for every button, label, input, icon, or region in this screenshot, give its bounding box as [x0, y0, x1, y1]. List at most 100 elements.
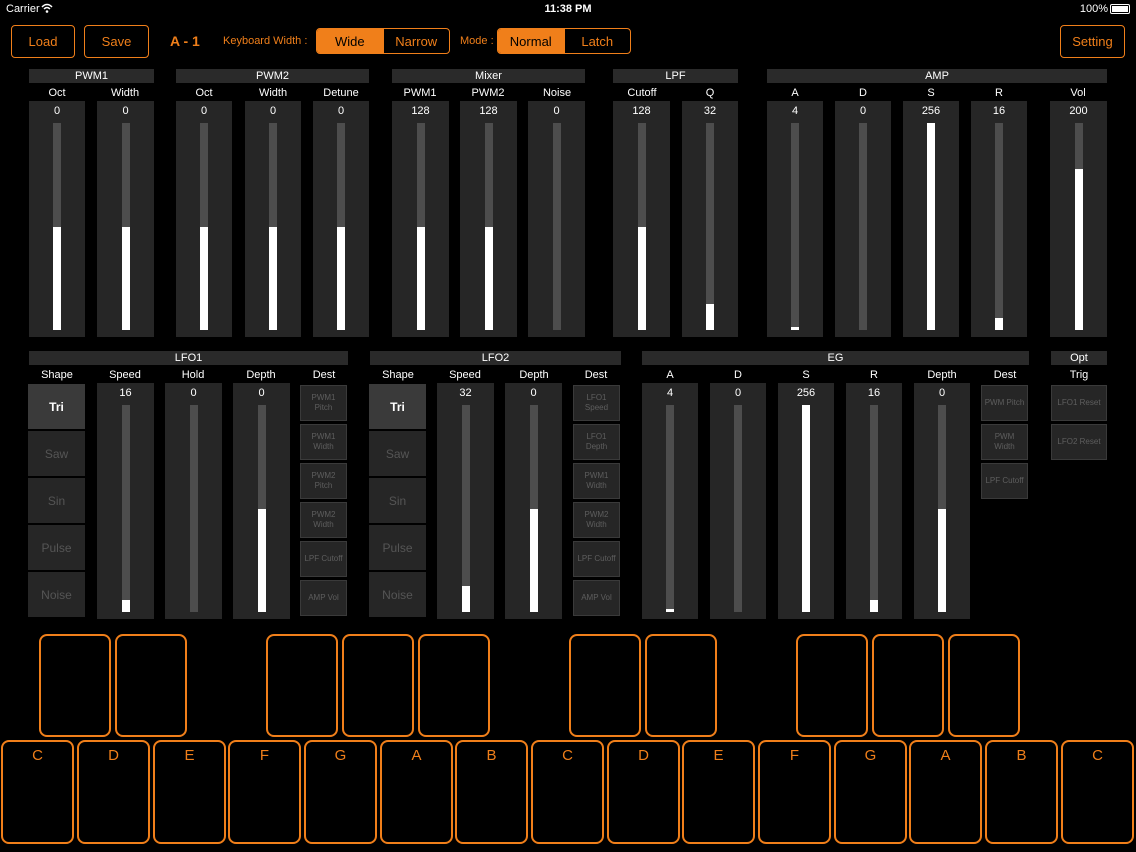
slider-track[interactable]	[257, 405, 266, 612]
lfo1-shape-saw[interactable]: Saw	[28, 431, 85, 476]
slider-track[interactable]	[53, 123, 61, 330]
slider-amp-a[interactable]: 4	[767, 101, 823, 337]
lfo1-shape-tri[interactable]: Tri	[28, 384, 85, 429]
slider-mixer-noise[interactable]: 0	[528, 101, 585, 337]
slider-lfo2-depth[interactable]: 0	[505, 383, 562, 619]
lfo2-dest-lfo1-speed[interactable]: LFO1 Speed	[573, 385, 620, 421]
slider-track[interactable]	[666, 405, 674, 612]
slider-eg-depth[interactable]: 0	[914, 383, 970, 619]
white-key-g[interactable]: G	[304, 740, 377, 844]
lfo2-shape-noise[interactable]: Noise	[369, 572, 426, 617]
white-key-a[interactable]: A	[380, 740, 453, 844]
lfo2-dest-lfo1-depth[interactable]: LFO1 Depth	[573, 424, 620, 460]
slider-track[interactable]	[416, 123, 425, 330]
slider-track[interactable]	[870, 405, 878, 612]
black-key-a-sharp[interactable]	[948, 634, 1020, 737]
black-key-d-sharp[interactable]	[645, 634, 717, 737]
slider-lpf-cutoff[interactable]: 128	[613, 101, 670, 337]
slider-amp-s[interactable]: 256	[903, 101, 959, 337]
load-button[interactable]: Load	[11, 25, 75, 58]
lfo1-dest-amp-vol[interactable]: AMP Vol	[300, 580, 347, 616]
narrow-option[interactable]: Narrow	[382, 29, 450, 53]
white-key-d[interactable]: D	[77, 740, 150, 844]
slider-track[interactable]	[269, 123, 277, 330]
white-key-g[interactable]: G	[834, 740, 907, 844]
lfo1-shape-pulse[interactable]: Pulse	[28, 525, 85, 570]
lfo2-dest-pwm1-width[interactable]: PWM1 Width	[573, 463, 620, 499]
slider-track[interactable]	[529, 405, 538, 612]
slider-lfo2-speed[interactable]: 32	[437, 383, 494, 619]
slider-pwm2-oct[interactable]: 0	[176, 101, 232, 337]
lfo2-dest-pwm2-width[interactable]: PWM2 Width	[573, 502, 620, 538]
slider-track[interactable]	[637, 123, 646, 330]
slider-pwm1-oct[interactable]: 0	[29, 101, 85, 337]
slider-track[interactable]	[121, 405, 130, 612]
black-key-c-sharp[interactable]	[39, 634, 111, 737]
slider-track[interactable]	[121, 123, 130, 330]
slider-track[interactable]	[461, 405, 470, 612]
slider-track[interactable]	[791, 123, 799, 330]
save-button[interactable]: Save	[84, 25, 149, 58]
slider-eg-d[interactable]: 0	[710, 383, 766, 619]
slider-track[interactable]	[802, 405, 810, 612]
slider-track[interactable]	[734, 405, 742, 612]
slider-mixer-pwm1[interactable]: 128	[392, 101, 449, 337]
slider-track[interactable]	[1074, 123, 1083, 330]
slider-amp-d[interactable]: 0	[835, 101, 891, 337]
lfo2-shape-saw[interactable]: Saw	[369, 431, 426, 476]
wide-option[interactable]: Wide	[317, 29, 383, 53]
lfo1-dest-pwm2-pitch[interactable]: PWM2 Pitch	[300, 463, 347, 499]
slider-eg-a[interactable]: 4	[642, 383, 698, 619]
black-key-c-sharp[interactable]	[569, 634, 641, 737]
slider-eg-s[interactable]: 256	[778, 383, 834, 619]
lfo2-dest-amp-vol[interactable]: AMP Vol	[573, 580, 620, 616]
white-key-a[interactable]: A	[909, 740, 982, 844]
trig-lfo2-reset[interactable]: LFO2 Reset	[1051, 424, 1107, 460]
slider-track[interactable]	[706, 123, 714, 330]
lfo1-dest-pwm1-pitch[interactable]: PWM1 Pitch	[300, 385, 347, 421]
slider-track[interactable]	[200, 123, 208, 330]
eg-dest-lpf-cutoff[interactable]: LPF Cutoff	[981, 463, 1028, 499]
white-key-f[interactable]: F	[758, 740, 831, 844]
black-key-a-sharp[interactable]	[418, 634, 490, 737]
slider-track[interactable]	[859, 123, 867, 330]
slider-lfo1-hold[interactable]: 0	[165, 383, 222, 619]
normal-option[interactable]: Normal	[498, 29, 564, 53]
slider-track[interactable]	[189, 405, 198, 612]
eg-dest-pwm-width[interactable]: PWM Width	[981, 424, 1028, 460]
trig-lfo1-reset[interactable]: LFO1 Reset	[1051, 385, 1107, 421]
lfo1-shape-noise[interactable]: Noise	[28, 572, 85, 617]
lfo2-shape-sin[interactable]: Sin	[369, 478, 426, 523]
white-key-c[interactable]: C	[1, 740, 74, 844]
slider-track[interactable]	[484, 123, 493, 330]
lfo1-dest-pwm1-width[interactable]: PWM1 Width	[300, 424, 347, 460]
slider-pwm2-width[interactable]: 0	[245, 101, 301, 337]
setting-button[interactable]: Setting	[1060, 25, 1125, 58]
slider-eg-r[interactable]: 16	[846, 383, 902, 619]
lfo2-shape-pulse[interactable]: Pulse	[369, 525, 426, 570]
slider-track[interactable]	[552, 123, 561, 330]
white-key-c[interactable]: C	[1061, 740, 1134, 844]
lfo2-shape-tri[interactable]: Tri	[369, 384, 426, 429]
slider-track[interactable]	[995, 123, 1003, 330]
white-key-b[interactable]: B	[455, 740, 528, 844]
eg-dest-pwm-pitch[interactable]: PWM Pitch	[981, 385, 1028, 421]
latch-option[interactable]: Latch	[563, 29, 631, 53]
white-key-e[interactable]: E	[682, 740, 755, 844]
white-key-c[interactable]: C	[531, 740, 604, 844]
slider-amp-r[interactable]: 16	[971, 101, 1027, 337]
slider-mixer-pwm2[interactable]: 128	[460, 101, 517, 337]
slider-track[interactable]	[927, 123, 935, 330]
black-key-g-sharp[interactable]	[872, 634, 944, 737]
slider-pwm1-width[interactable]: 0	[97, 101, 154, 337]
slider-amp-vol[interactable]: 200	[1050, 101, 1107, 337]
lfo1-shape-sin[interactable]: Sin	[28, 478, 85, 523]
black-key-g-sharp[interactable]	[342, 634, 414, 737]
slider-lpf-q[interactable]: 32	[682, 101, 738, 337]
white-key-f[interactable]: F	[228, 740, 301, 844]
black-key-f-sharp[interactable]	[266, 634, 338, 737]
black-key-d-sharp[interactable]	[115, 634, 187, 737]
lfo2-dest-lpf-cutoff[interactable]: LPF Cutoff	[573, 541, 620, 577]
lfo1-dest-lpf-cutoff[interactable]: LPF Cutoff	[300, 541, 347, 577]
lfo1-dest-pwm2-width[interactable]: PWM2 Width	[300, 502, 347, 538]
